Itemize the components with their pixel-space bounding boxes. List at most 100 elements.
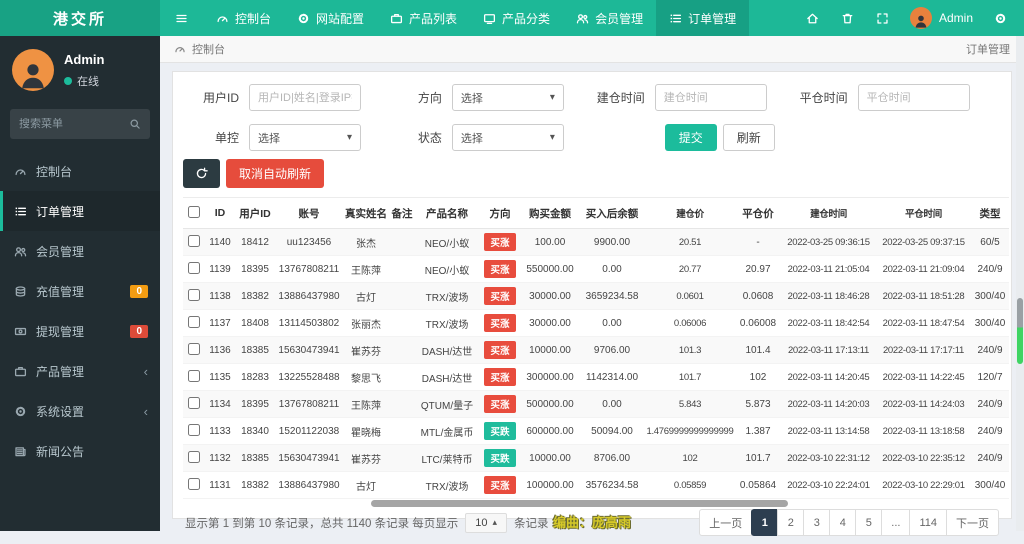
page-button[interactable]: 114 (909, 509, 947, 536)
user-id-input[interactable] (249, 84, 361, 111)
cell-amount: 10000.00 (521, 336, 579, 364)
settings-button[interactable] (983, 12, 1018, 25)
submit-button[interactable]: 提交 (664, 124, 717, 151)
cell-balance: 9706.00 (579, 336, 645, 364)
nav-item-site-config[interactable]: 网站配置 (284, 0, 377, 36)
sidebar-item-news[interactable]: 新闻公告 (0, 431, 160, 471)
search-icon[interactable] (129, 118, 141, 130)
cell-note (389, 228, 415, 256)
row-checkbox[interactable] (188, 234, 200, 247)
page-button[interactable]: 3 (803, 509, 831, 536)
column-header: ID (205, 197, 235, 229)
row-checkbox[interactable] (188, 450, 200, 463)
row-checkbox[interactable] (188, 288, 200, 301)
sidebar-item-label: 新闻公告 (36, 444, 85, 459)
table-header-row: ID 用户ID 账号 真实姓名 备注 产品名称 方向 购买金额 买入后余额 建仓… (183, 197, 1009, 229)
cell-real-name: 王陈萍 (343, 255, 389, 283)
nav-item-orders[interactable]: 订单管理 (656, 0, 750, 36)
orders-panel: 用户ID 方向 选择 ▾ 建仓时间 平仓时间 (172, 71, 1012, 536)
nav-item-label: 产品分类 (502, 11, 551, 26)
filter-form: 用户ID 方向 选择 ▾ 建仓时间 平仓时间 (183, 84, 1001, 157)
refresh-icon (195, 167, 208, 180)
cell-type: 120/7 (971, 363, 1009, 391)
vertical-scrollbar-thumb[interactable] (1017, 298, 1023, 364)
cell-close-time: 2022-03-11 21:09:04 (876, 255, 971, 283)
table-row[interactable]: 1136 18385 15630473941 崔苏芬 DASH/达世 买涨 10… (183, 336, 1009, 364)
direction-badge: 买涨 (484, 395, 516, 413)
page-button[interactable]: 5 (855, 509, 883, 536)
fullscreen-button[interactable] (865, 12, 900, 25)
page-button-active[interactable]: 1 (751, 509, 779, 536)
sidebar-item-recharge[interactable]: 充值管理 0 (0, 271, 160, 311)
horizontal-scrollbar-thumb[interactable] (371, 500, 789, 507)
user-menu[interactable]: Admin (900, 7, 983, 29)
cancel-auto-refresh-button[interactable]: 取消自动刷新 (226, 159, 325, 188)
cell-id: 1135 (205, 363, 235, 391)
table-row[interactable]: 1137 18408 13114503802 张丽杰 TRX/波场 买涨 300… (183, 309, 1009, 337)
trash-icon (841, 12, 854, 25)
page-button[interactable]: ... (881, 509, 911, 536)
sidebar-item-withdraw[interactable]: 提现管理 0 (0, 311, 160, 351)
breadcrumb-current[interactable]: 控制台 (192, 41, 225, 57)
cell-product: NEO/小蚁 (415, 228, 479, 256)
cell-open-price: 102 (645, 444, 735, 472)
next-page-button[interactable]: 下一页 (946, 509, 999, 536)
nav-item-product-category[interactable]: 产品分类 (470, 0, 563, 36)
cell-account: 15201122038 (275, 417, 343, 445)
nav-item-members[interactable]: 会员管理 (563, 0, 656, 36)
column-header: 用户ID (235, 197, 275, 229)
row-checkbox[interactable] (188, 396, 200, 409)
cell-balance: 3659234.58 (579, 282, 645, 310)
row-checkbox[interactable] (188, 369, 200, 382)
nav-item-dashboard[interactable]: 控制台 (203, 0, 284, 36)
cell-open-time: 2022-03-11 13:14:58 (781, 417, 876, 445)
open-time-input[interactable] (654, 84, 767, 111)
column-header: 备注 (389, 197, 415, 229)
table-row[interactable]: 1132 18385 15630473941 崔苏芬 LTC/莱特币 买跌 10… (183, 444, 1009, 472)
table-row[interactable]: 1135 18283 13225528488 黎思飞 DASH/达世 买涨 30… (183, 363, 1009, 391)
table-row[interactable]: 1138 18382 13886437980 古灯 TRX/波场 买涨 3000… (183, 282, 1009, 310)
page-button[interactable]: 4 (829, 509, 857, 536)
sidebar-item-dashboard[interactable]: 控制台 (0, 151, 160, 191)
page-button[interactable]: 2 (777, 509, 805, 536)
row-checkbox[interactable] (188, 423, 200, 436)
gear-icon (14, 405, 27, 418)
menu-search-input[interactable] (19, 118, 123, 130)
clear-cache-button[interactable] (830, 12, 865, 25)
order-control-select[interactable]: 选择 ▾ (249, 124, 361, 151)
withdraw-count-badge: 0 (130, 324, 148, 338)
brand-logo[interactable]: 港交所 (0, 0, 160, 36)
table-row[interactable]: 1134 18395 13767808211 王陈萍 QTUM/量子 买涨 50… (183, 390, 1009, 418)
table-row[interactable]: 1139 18395 13767808211 王陈萍 NEO/小蚁 买涨 550… (183, 255, 1009, 283)
page-size-select[interactable]: 10 ▴ (465, 512, 508, 533)
previous-page-button[interactable]: 上一页 (699, 509, 753, 536)
list-icon (669, 12, 682, 25)
row-checkbox[interactable] (188, 261, 200, 274)
table-row[interactable]: 1140 18412 uu123456 张杰 NEO/小蚁 买涨 100.00 … (183, 228, 1009, 256)
sidebar-item-members[interactable]: 会员管理 (0, 231, 160, 271)
refresh-button[interactable]: 刷新 (722, 124, 775, 151)
user-name: Admin (938, 11, 973, 25)
column-header: 产品名称 (415, 197, 479, 229)
row-checkbox[interactable] (188, 477, 200, 490)
table-row[interactable]: 1133 18340 15201122038 瞿晓梅 MTL/金属币 买跌 60… (183, 417, 1009, 445)
cell-account: 13767808211 (275, 390, 343, 418)
cell-amount: 30000.00 (521, 309, 579, 337)
table-row[interactable]: 1131 18382 13886437980 古灯 TRX/波场 买涨 1000… (183, 471, 1009, 499)
sidebar-item-settings[interactable]: 系统设置 ‹ (0, 391, 160, 431)
close-time-input[interactable] (857, 84, 970, 111)
sidebar-item-orders[interactable]: 订单管理 (0, 191, 160, 231)
column-header: 类型 (971, 197, 1009, 229)
select-all-checkbox[interactable] (188, 205, 200, 218)
table-refresh-button[interactable] (183, 159, 220, 188)
cell-type: 240/9 (971, 444, 1009, 472)
nav-item-product-list[interactable]: 产品列表 (377, 0, 470, 36)
row-checkbox[interactable] (188, 342, 200, 355)
sidebar-toggle-button[interactable] (160, 0, 203, 36)
row-checkbox[interactable] (188, 315, 200, 328)
status-select[interactable]: 选择 ▾ (451, 124, 564, 151)
direction-badge: 买涨 (484, 260, 516, 278)
sidebar-item-products[interactable]: 产品管理 ‹ (0, 351, 160, 391)
home-button[interactable] (795, 12, 830, 25)
direction-select[interactable]: 选择 ▾ (451, 84, 564, 111)
